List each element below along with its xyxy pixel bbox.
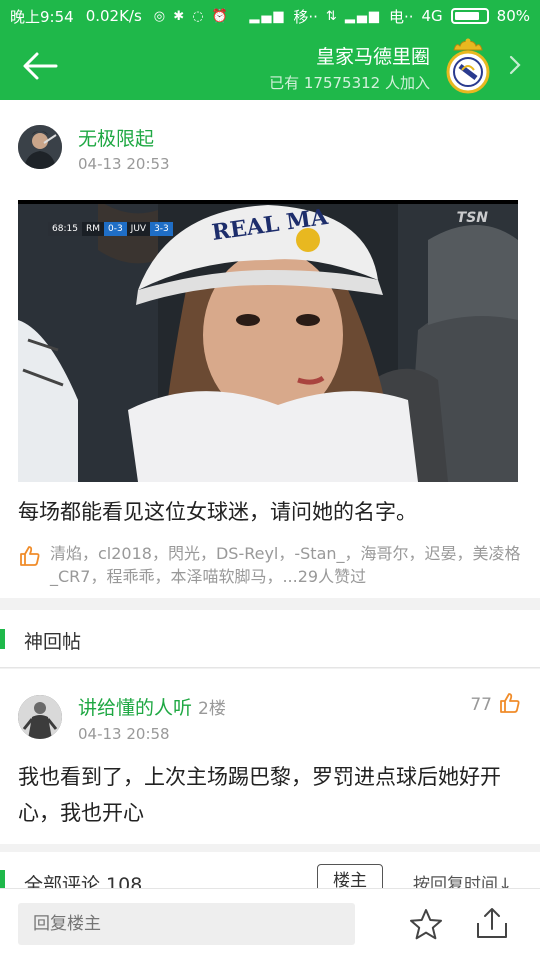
signal-icon: ▂▄▆ (249, 8, 286, 24)
hot-comments-header: 神回帖 (0, 610, 540, 668)
match-score: 0-3 (103, 222, 127, 236)
divider (0, 844, 540, 852)
scoreboard: 68:15 RM 0-3 JUV 3-3 (48, 222, 173, 236)
section-marker (0, 629, 5, 649)
match-clock: 68:15 (48, 222, 82, 236)
bottom-bar (0, 888, 540, 960)
post-text: 每场都能看见这位女球迷，请问她的名字。 (18, 500, 417, 524)
circle-title: 皇家马德里圈 (315, 46, 430, 68)
carrier-1: 移·· (293, 7, 318, 26)
battery-icon (450, 8, 489, 24)
hot-comments-title: 神回帖 (24, 631, 82, 653)
hot-comment[interactable]: 讲给懂的人听 2楼 04-13 20:58 77 我也看到了，上次主场踢巴黎，罗… (0, 669, 540, 844)
comment-like-count: 77 (470, 695, 492, 715)
post-image[interactable]: REAL MA 68:15 RM 0-3 JUV 3-3 TSN (18, 200, 518, 482)
arrow-left-icon (23, 52, 58, 80)
section-marker (0, 870, 5, 890)
comment-like-button[interactable] (498, 691, 522, 715)
likes-list: 清焰，cl2018，閃光，DS-Reyl，-Stan_，海哥尔，迟晏，美凌格_C… (50, 544, 521, 586)
app-bar: 皇家马德里圈 已有 17575312 人加入 (0, 32, 540, 100)
reply-input[interactable] (18, 903, 355, 945)
all-comments-header: 全部评论 108 楼主 按回复时间↓ (0, 852, 540, 892)
divider (0, 598, 540, 610)
thumbs-up-icon (20, 546, 40, 566)
avatar[interactable] (18, 125, 62, 169)
floor-number: 2楼 (198, 699, 226, 719)
post-time: 04-13 20:53 (78, 155, 170, 173)
comment-avatar[interactable] (18, 695, 62, 739)
carrier-2: 电·· (388, 7, 414, 26)
status-icons: ◎ ✱ ◌ ⏰ (153, 8, 230, 24)
comment-text: 我也看到了，上次主场踢巴黎，罗罚进点球后她好开心，我也开心 (18, 765, 501, 825)
home-team: RM (81, 222, 104, 236)
status-bar: 晚上9:54 0.02K/s ◎ ✱ ◌ ⏰ ▂▄▆ 移·· ⇅ ▂▄▆ 电··… (0, 0, 540, 32)
comment-time: 04-13 20:58 (78, 725, 170, 743)
likes-row[interactable]: 清焰，cl2018，閃光，DS-Reyl，-Stan_，海哥尔，迟晏，美凌格_C… (18, 542, 522, 588)
aggregate-score: 3-3 (150, 222, 173, 236)
star-icon (410, 909, 442, 940)
away-team: JUV (126, 222, 151, 236)
network-speed: 0.02K/s (85, 7, 142, 25)
status-time: 晚上9:54 (10, 7, 74, 26)
share-icon (477, 908, 507, 938)
chevron-right-icon[interactable] (508, 54, 522, 76)
comment-author-name[interactable]: 讲给懂的人听 (78, 693, 192, 720)
post-card: 无极限起 04-13 20:53 REAL MA 68:15 RM 0-3 JU… (0, 100, 540, 598)
signal-icon-2: ⇅ ▂▄▆ (325, 8, 381, 24)
real-madrid-crest-icon[interactable] (446, 36, 490, 94)
back-button[interactable] (20, 50, 64, 82)
broadcaster-logo: TSN (456, 210, 488, 226)
thumbs-up-icon (500, 693, 520, 713)
favorite-button[interactable] (408, 907, 444, 943)
member-count: 已有 17575312 人加入 (269, 74, 430, 92)
share-button[interactable] (474, 905, 510, 941)
post-author-name[interactable]: 无极限起 (78, 124, 154, 151)
network-type: 4G (421, 7, 443, 25)
battery-percent: 80% (496, 7, 530, 25)
